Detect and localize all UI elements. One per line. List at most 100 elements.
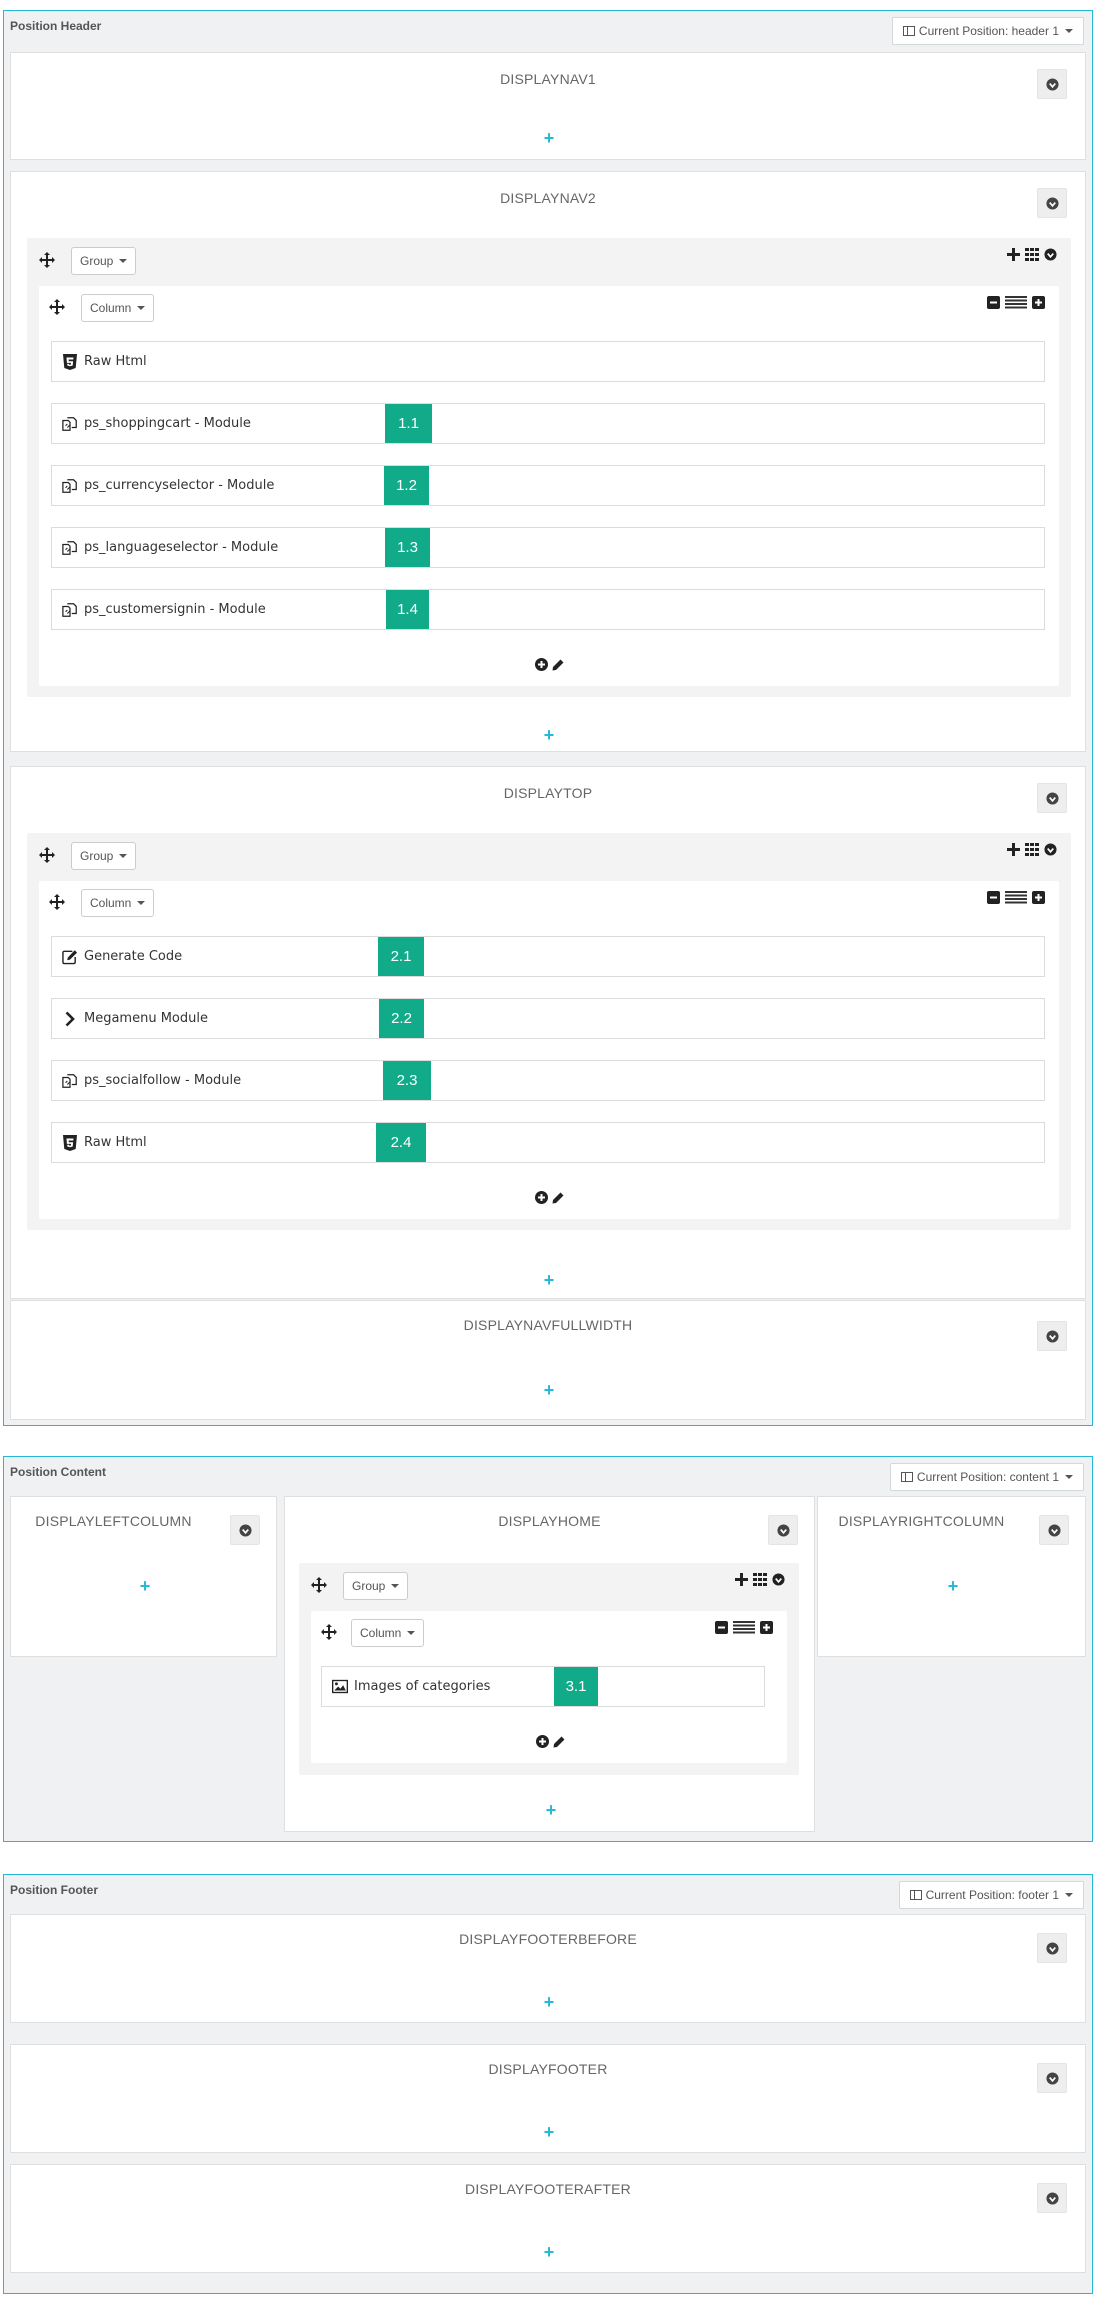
current-position-header-select[interactable]: Current Position: header 1 [891,17,1084,45]
circle-arrow-down-icon[interactable] [1044,248,1057,261]
move-icon[interactable] [39,847,55,863]
add-group-button[interactable]: + [539,2123,559,2141]
hook-options-button[interactable] [1037,783,1067,813]
circle-arrow-down-icon[interactable] [772,1573,785,1586]
width-lines-icon[interactable] [1005,891,1027,904]
move-icon[interactable] [49,894,65,910]
widget-badge: 1.4 [386,590,429,629]
html5-icon [62,353,78,370]
grid-icon[interactable] [753,1573,767,1586]
add-group-button[interactable]: + [539,1993,559,2011]
minus-square-icon[interactable] [987,891,1000,904]
module-icon [62,602,78,618]
hook-options-button[interactable] [1037,1933,1067,1963]
widget-item[interactable]: ps_shoppingcart - Module 1.1 [51,403,1045,444]
hook-options-button[interactable] [1037,188,1067,218]
widget-item[interactable]: Raw Html 2.4 [51,1122,1045,1163]
widget-item[interactable]: ps_currencyselector - Module 1.2 [51,465,1045,506]
group-container: Group Column [27,238,1071,697]
add-widget-circle-plus-icon[interactable] [536,1735,549,1748]
add-group-button[interactable]: + [135,1577,155,1595]
move-icon[interactable] [311,1577,327,1593]
widget-item[interactable]: ps_customersignin - Module 1.4 [51,589,1045,630]
column-dropdown[interactable]: Column [351,1619,425,1647]
circle-arrow-down-icon[interactable] [1044,843,1057,856]
hook-displaynav1: DISPLAYNAV1 + [10,52,1086,160]
column-footer-actions [536,1735,565,1748]
move-icon[interactable] [321,1624,337,1640]
layout-icon [902,25,915,37]
hook-options-button[interactable] [230,1515,260,1545]
group-dropdown[interactable]: Group [71,247,137,275]
widget-badge: 1.3 [385,528,430,567]
add-group-button[interactable]: + [539,726,559,744]
position-header-panel: Position Header Current Position: header… [3,10,1093,1426]
add-group-button[interactable]: + [539,1271,559,1289]
add-group-button[interactable]: + [539,1381,559,1399]
widget-item[interactable]: ps_languageselector - Module 1.3 [51,527,1045,568]
hook-displayfooterbefore: DISPLAYFOOTERBEFORE + [10,1914,1086,2023]
hook-options-button[interactable] [768,1515,798,1545]
grid-icon[interactable] [1025,248,1039,261]
current-position-footer-select[interactable]: Current Position: footer 1 [898,1881,1084,1909]
hook-displayhome: DISPLAYHOME Group Column Images of categ… [284,1496,815,1832]
minus-square-icon[interactable] [715,1621,728,1634]
widget-badge: 2.4 [376,1123,426,1162]
hook-options-button[interactable] [1039,1515,1069,1545]
widget-badge: 2.2 [379,999,424,1038]
hook-options-button[interactable] [1037,69,1067,99]
add-group-button[interactable]: + [541,1801,561,1819]
position-header-title: Position Header [10,19,102,33]
html5-icon [62,1134,78,1151]
move-icon[interactable] [39,252,55,268]
hook-displayleftcolumn: DISPLAYLEFTCOLUMN + [10,1496,277,1657]
widget-item[interactable]: ps_socialfollow - Module 2.3 [51,1060,1045,1101]
widget-item[interactable]: Megamenu Module 2.2 [51,998,1045,1039]
hook-displaynav2: DISPLAYNAV2 Group Column Raw Html ps_sho… [10,171,1086,752]
pencil-icon[interactable] [553,1736,565,1748]
widget-item[interactable]: Generate Code 2.1 [51,936,1045,977]
current-position-footer-label: Current Position: footer 1 [925,1888,1059,1902]
plus-square-icon[interactable] [760,1621,773,1634]
widget-badge: 1.2 [384,466,429,505]
pencil-icon[interactable] [552,1192,564,1204]
chevron-down-icon [137,901,146,905]
minus-square-icon[interactable] [987,296,1000,309]
circle-arrow-down-icon [1045,1941,1059,1955]
add-column-plus-icon[interactable] [1007,843,1020,856]
add-widget-circle-plus-icon[interactable] [535,658,548,671]
widget-badge: 3.1 [554,1667,598,1706]
width-lines-icon[interactable] [1005,296,1027,309]
add-widget-circle-plus-icon[interactable] [535,1191,548,1204]
pencil-icon[interactable] [552,659,564,671]
group-dropdown-label: Group [352,1579,386,1593]
hook-options-button[interactable] [1037,2063,1067,2093]
column-dropdown-label: Column [90,896,132,910]
current-position-content-select[interactable]: Current Position: content 1 [889,1463,1084,1491]
add-group-button[interactable]: + [539,129,559,147]
widget-badge: 2.1 [378,937,424,976]
column-dropdown-label: Column [90,301,132,315]
group-dropdown[interactable]: Group [343,1572,409,1600]
group-container: Group Column [299,1563,799,1775]
add-group-button[interactable]: + [539,2243,559,2261]
group-dropdown[interactable]: Group [71,842,137,870]
hook-options-button[interactable] [1037,2183,1067,2213]
grid-icon[interactable] [1025,843,1039,856]
plus-square-icon[interactable] [1032,296,1045,309]
hook-options-button[interactable] [1037,1321,1067,1351]
add-column-plus-icon[interactable] [1007,248,1020,261]
plus-square-icon[interactable] [1032,891,1045,904]
chevron-down-icon [1065,29,1073,33]
column-dropdown[interactable]: Column [81,889,155,917]
widget-item[interactable]: Images of categories 3.1 [321,1666,765,1707]
add-column-plus-icon[interactable] [735,1573,748,1586]
column-dropdown[interactable]: Column [81,294,155,322]
add-group-button[interactable]: + [943,1577,963,1595]
hook-displayrightcolumn: DISPLAYRIGHTCOLUMN + [817,1496,1086,1657]
chevron-right-icon [62,1011,78,1027]
move-icon[interactable] [49,299,65,315]
widget-item[interactable]: Raw Html [51,341,1045,382]
width-lines-icon[interactable] [733,1621,755,1634]
group-actions [1007,248,1057,261]
